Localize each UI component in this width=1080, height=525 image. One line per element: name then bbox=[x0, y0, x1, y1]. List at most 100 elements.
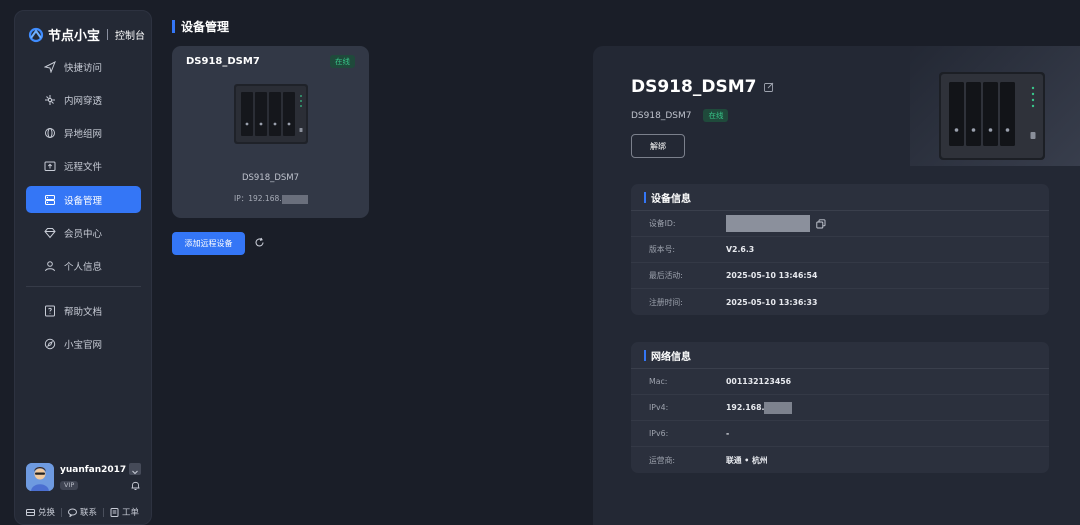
username: yuanfan2017 bbox=[60, 465, 127, 475]
device-card[interactable]: DS918_DSM7 在线 DS918_DSM7 IP：192.168. bbox=[172, 46, 369, 218]
bell-icon[interactable] bbox=[130, 480, 141, 491]
info-value: V2.6.3 bbox=[726, 245, 755, 254]
ticket-label: 工单 bbox=[122, 508, 140, 518]
network-icon bbox=[45, 94, 55, 105]
sidebar-item-quick-access[interactable]: 快捷访问 bbox=[26, 53, 141, 80]
info-key: 版本号: bbox=[649, 245, 676, 254]
sidebar-item-membership[interactable]: 会员中心 bbox=[26, 219, 141, 246]
info-row-device-id: 设备ID: bbox=[631, 211, 1049, 237]
detail-subtitle: DS918_DSM7 在线 bbox=[631, 109, 729, 122]
sidebar-item-remote-files[interactable]: 远程文件 bbox=[26, 153, 141, 180]
help-doc-icon bbox=[45, 305, 55, 317]
status-badge: 在线 bbox=[330, 55, 355, 68]
device-card-name: DS918_DSM7 bbox=[186, 56, 260, 67]
section-heading-text: 网络信息 bbox=[651, 351, 691, 363]
server-icon bbox=[45, 194, 55, 205]
link-divider bbox=[103, 507, 105, 517]
ticket-link[interactable]: 工单 bbox=[110, 506, 139, 518]
info-value: 2025-05-10 13:36:33 bbox=[726, 297, 818, 307]
sidebar-item-label: 会员中心 bbox=[64, 228, 103, 240]
info-value: 联通 • 杭州 bbox=[726, 455, 768, 465]
info-row-ipv6: IPv6: - bbox=[631, 421, 1049, 447]
avatar-image bbox=[26, 463, 54, 491]
user-profile[interactable]: yuanfan2017 VIP bbox=[26, 463, 144, 495]
info-key: IPv4: bbox=[649, 403, 669, 412]
user-icon bbox=[45, 261, 55, 272]
globe-network-icon bbox=[45, 128, 55, 139]
sidebar-item-remote-network[interactable]: 异地组网 bbox=[26, 120, 141, 147]
refresh-icon[interactable] bbox=[254, 237, 265, 248]
info-key: 注册时间: bbox=[649, 297, 683, 307]
redeem-link[interactable]: 兑换 bbox=[26, 506, 55, 518]
sidebar-item-official-site[interactable]: 小宝官网 bbox=[26, 330, 141, 357]
title-accent-bar bbox=[172, 20, 175, 33]
section-heading-text: 设备信息 bbox=[651, 193, 691, 205]
info-value bbox=[726, 215, 826, 232]
unbind-button[interactable]: 解绑 bbox=[631, 134, 685, 158]
sidebar-divider bbox=[26, 286, 141, 288]
info-row-registered: 注册时间: 2025-05-10 13:36:33 bbox=[631, 289, 1049, 315]
send-icon bbox=[44, 60, 56, 73]
nas-device-icon bbox=[234, 84, 308, 144]
folder-upload-icon bbox=[44, 161, 56, 172]
nas-device-image bbox=[939, 72, 1045, 160]
section-accent-bar bbox=[644, 191, 646, 203]
edit-icon[interactable] bbox=[764, 82, 774, 92]
device-card-ip: IP：192.168. bbox=[234, 193, 308, 204]
info-row-mac: Mac: 001132123456 bbox=[631, 369, 1049, 395]
device-info-section: 设备信息 设备ID: 版本号: V2.6.3 最后活动: 2025-05-10 … bbox=[631, 184, 1049, 315]
user-menu-toggle[interactable] bbox=[129, 463, 141, 475]
avatar[interactable] bbox=[26, 463, 54, 491]
chevron-down-icon bbox=[132, 470, 138, 475]
sidebar-item-intranet[interactable]: 内网穿透 bbox=[26, 86, 141, 113]
info-row-last-active: 最后活动: 2025-05-10 13:46:54 bbox=[631, 263, 1049, 289]
ticket-icon bbox=[110, 507, 119, 517]
sidebar-item-label: 个人信息 bbox=[64, 262, 103, 274]
link-divider bbox=[61, 507, 63, 517]
sidebar-item-label: 远程文件 bbox=[64, 162, 103, 174]
info-value: - bbox=[726, 429, 730, 438]
diamond-icon bbox=[44, 227, 56, 239]
compass-icon bbox=[44, 338, 56, 350]
contact-label: 联系 bbox=[80, 508, 98, 518]
info-key: IPv6: bbox=[649, 429, 669, 438]
detail-subtitle-text: DS918_DSM7 bbox=[631, 110, 692, 121]
info-key: 运营商: bbox=[649, 455, 676, 465]
vip-badge: VIP bbox=[60, 481, 79, 490]
info-value: 192.168. bbox=[726, 401, 793, 414]
info-key: Mac: bbox=[649, 377, 668, 386]
info-key: 设备ID: bbox=[649, 219, 676, 228]
chat-icon bbox=[68, 508, 78, 517]
redacted-ip bbox=[764, 401, 793, 414]
section-heading: 网络信息 bbox=[631, 342, 1049, 369]
network-info-section: 网络信息 Mac: 001132123456 IPv4: 192.168. IP… bbox=[631, 342, 1049, 473]
redacted-device-id bbox=[726, 215, 810, 232]
device-card-label: DS918_DSM7 bbox=[241, 173, 300, 183]
add-remote-device-button[interactable]: 添加远程设备 bbox=[172, 232, 245, 255]
sidebar: 节点小宝 控制台 快捷访问 内网穿透 异地组网 远程文件 设备管理 会员中心 个… bbox=[14, 10, 152, 525]
sidebar-item-label: 设备管理 bbox=[64, 195, 103, 207]
sidebar-item-label: 帮助文档 bbox=[64, 306, 103, 318]
page-title: 设备管理 bbox=[172, 18, 229, 35]
copy-icon[interactable] bbox=[816, 218, 826, 229]
user-links: 兑换 联系 工单 bbox=[26, 506, 139, 518]
logo[interactable]: 节点小宝 控制台 bbox=[28, 25, 145, 44]
redeem-label: 兑换 bbox=[38, 508, 56, 518]
sidebar-item-help-docs[interactable]: 帮助文档 bbox=[26, 297, 141, 324]
redeem-icon bbox=[26, 508, 35, 516]
sidebar-item-profile[interactable]: 个人信息 bbox=[26, 253, 141, 280]
info-row-isp: 运营商: 联通 • 杭州 bbox=[631, 447, 1049, 473]
sidebar-item-label: 内网穿透 bbox=[64, 95, 103, 107]
info-row-ipv4: IPv4: 192.168. bbox=[631, 395, 1049, 421]
detail-title: DS918_DSM7 bbox=[631, 77, 774, 97]
redacted-ip bbox=[281, 194, 308, 204]
ipv4-text: 192.168. bbox=[726, 403, 765, 412]
info-value: 001132123456 bbox=[726, 377, 792, 386]
detail-title-text: DS918_DSM7 bbox=[631, 77, 757, 97]
contact-link[interactable]: 联系 bbox=[68, 506, 97, 518]
sidebar-item-label: 异地组网 bbox=[64, 129, 103, 141]
sidebar-item-label: 快捷访问 bbox=[64, 62, 103, 74]
section-heading: 设备信息 bbox=[631, 184, 1049, 211]
sidebar-item-device-management[interactable]: 设备管理 bbox=[26, 186, 141, 214]
logo-subtitle: 控制台 bbox=[115, 31, 146, 42]
